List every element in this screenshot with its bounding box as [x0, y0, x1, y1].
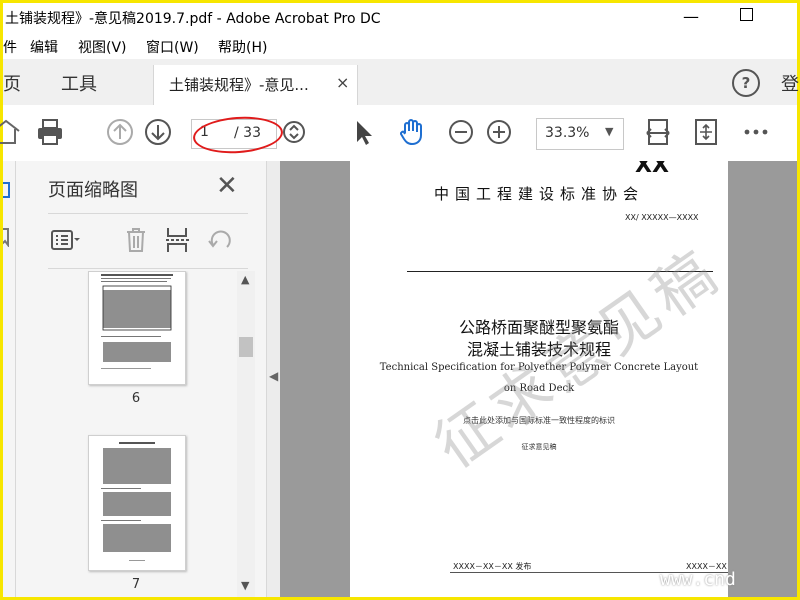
- scroll-mode-icon[interactable]: [279, 117, 309, 147]
- tab-tools[interactable]: 工具: [61, 70, 97, 96]
- menu-window[interactable]: 窗口(W): [146, 37, 199, 57]
- zoom-in-icon[interactable]: [484, 117, 514, 147]
- window-title: 土铺装规程》-意见稿2019.7.pdf - Adobe Acrobat Pro…: [5, 11, 381, 27]
- tab-document[interactable]: 土铺装规程》-意见... ×: [153, 65, 358, 105]
- navigation-strip: [0, 161, 16, 597]
- document-page: XX 中国工程建设标准协会 XX/ XXXXX—XXXX 公路桥面聚醚型聚氨酯 …: [350, 161, 728, 597]
- scroll-thumb[interactable]: [239, 337, 253, 357]
- thumbnail-scrollbar[interactable]: ▲ ▼: [237, 271, 255, 597]
- thumbnail-label: 7: [131, 577, 141, 592]
- page-thumbnail[interactable]: [88, 435, 186, 571]
- divider: [48, 268, 248, 269]
- panel-collapse-strip[interactable]: ◀: [266, 161, 281, 597]
- fit-width-icon[interactable]: [643, 117, 673, 147]
- more-options-icon[interactable]: [741, 117, 771, 147]
- organization-name: 中国工程建设标准协会: [433, 185, 644, 203]
- title-bar: 土铺装规程》-意见稿2019.7.pdf - Adobe Acrobat Pro…: [3, 3, 797, 33]
- bookmarks-icon[interactable]: [0, 227, 13, 248]
- minimize-button[interactable]: —: [681, 7, 701, 27]
- print-icon[interactable]: [35, 117, 65, 147]
- menu-bar: 件 编辑 视图(V) 窗口(W) 帮助(H): [3, 33, 797, 59]
- rotate-page-icon[interactable]: [203, 223, 237, 257]
- divider: [48, 213, 248, 214]
- menu-help[interactable]: 帮助(H): [218, 37, 267, 57]
- collapse-panel-icon[interactable]: ◀: [269, 369, 278, 383]
- page-thumbnails-icon[interactable]: [0, 181, 13, 201]
- previous-page-icon[interactable]: [105, 117, 135, 147]
- scroll-down-icon[interactable]: ▼: [241, 579, 249, 592]
- zoom-out-icon[interactable]: [446, 117, 476, 147]
- home-icon[interactable]: [0, 117, 21, 147]
- thumbnail-options-icon[interactable]: [48, 223, 82, 257]
- next-page-icon[interactable]: [143, 117, 173, 147]
- tab-bar: 页 工具 土铺装规程》-意见... × ? 登: [3, 59, 799, 106]
- toolbar: 1 / 33 33.3% ▼: [0, 105, 797, 162]
- thumbnail-label: 6: [131, 391, 141, 406]
- help-icon[interactable]: ?: [732, 69, 760, 97]
- select-cursor-icon[interactable]: [348, 117, 378, 147]
- menu-file[interactable]: 件: [3, 37, 17, 57]
- menu-view[interactable]: 视图(V): [78, 37, 127, 57]
- panel-title: 页面缩略图: [48, 180, 138, 201]
- chevron-down-icon: ▼: [605, 125, 614, 138]
- standard-number: XX/ XXXXX—XXXX: [625, 213, 699, 222]
- zoom-dropdown[interactable]: 33.3% ▼: [536, 118, 624, 150]
- extract-page-icon[interactable]: [161, 223, 195, 257]
- site-watermark: www.cnd: [660, 569, 736, 590]
- tab-home[interactable]: 页: [3, 70, 21, 96]
- draft-label: 征求意见稿: [521, 443, 557, 451]
- maximize-button[interactable]: [740, 8, 753, 21]
- publish-date: XXXX－XX－XX 发布: [453, 562, 532, 571]
- zoom-value: 33.3%: [545, 125, 590, 141]
- thumbnail-panel: 页面缩略图 ✕ 6 7 ▲ ▼: [16, 161, 266, 597]
- menu-edit[interactable]: 编辑: [30, 37, 58, 57]
- hand-tool-icon[interactable]: [397, 117, 427, 147]
- thumbnail-list: 6 7: [48, 271, 238, 597]
- full-screen-icon[interactable]: [691, 117, 721, 147]
- scroll-up-icon[interactable]: ▲: [241, 273, 249, 286]
- page-thumbnail[interactable]: [88, 271, 186, 385]
- document-tab-label: 土铺装规程》-意见...: [169, 76, 309, 94]
- document-view[interactable]: XX 中国工程建设标准协会 XX/ XXXXX—XXXX 公路桥面聚醚型聚氨酯 …: [280, 161, 797, 597]
- header-code: XX: [635, 161, 669, 178]
- close-panel-button[interactable]: ✕: [216, 171, 238, 201]
- close-tab-button[interactable]: ×: [336, 73, 349, 92]
- login-button[interactable]: 登: [781, 70, 799, 96]
- delete-page-icon[interactable]: [119, 223, 153, 257]
